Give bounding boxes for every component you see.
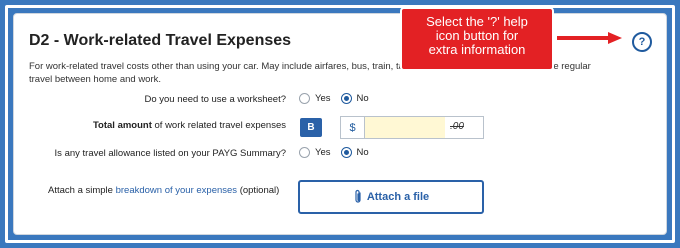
attach-file-button[interactable]: Attach a file — [298, 180, 484, 214]
attach-label: Attach a simple breakdown of your expens… — [48, 185, 279, 196]
total-amount-cents-value: .00 — [450, 121, 464, 132]
attach-file-label: Attach a file — [366, 191, 430, 203]
worksheet-yes-label: Yes — [315, 93, 331, 104]
worksheet-no-label: No — [356, 93, 369, 104]
allowance-no-option[interactable]: No — [340, 147, 369, 158]
annotation-callout: Select the '?' help icon button for extr… — [400, 7, 554, 71]
description-part1: For work-related travel costs other than… — [29, 61, 414, 72]
help-icon-button[interactable]: ? — [632, 32, 652, 52]
worksheet-no-option[interactable]: No — [340, 93, 369, 104]
allowance-yes-label: Yes — [315, 147, 331, 158]
help-question-mark: ? — [638, 36, 646, 48]
allowance-no-radio[interactable] — [340, 147, 352, 158]
attach-label-prefix: Attach a simple — [48, 185, 116, 196]
allowance-question-label: Is any travel allowance listed on your P… — [54, 148, 286, 159]
callout-line-3: extra information — [428, 42, 526, 57]
allowance-yes-option[interactable]: Yes — [299, 147, 331, 158]
worksheet-yes-radio[interactable] — [299, 93, 310, 104]
total-amount-label: Total amount of work related travel expe… — [93, 120, 286, 131]
right-arrow-icon — [556, 29, 625, 47]
breakdown-link[interactable]: breakdown of your expenses — [116, 185, 237, 196]
currency-symbol: $ — [340, 116, 364, 139]
attach-label-suffix: (optional) — [237, 185, 280, 196]
paperclip-icon — [355, 189, 361, 203]
allowance-yes-radio[interactable] — [299, 147, 310, 158]
section-description: For work-related travel costs other than… — [29, 60, 654, 86]
label-b-badge: B — [300, 118, 322, 137]
worksheet-no-radio[interactable] — [340, 93, 352, 104]
worksheet-yes-option[interactable]: Yes — [299, 93, 331, 104]
section-title: D2 - Work-related Travel Expenses — [29, 32, 292, 49]
total-amount-label-rest: of work related travel expenses — [151, 120, 287, 131]
description-part3: travel between home and work. — [29, 74, 162, 85]
allowance-no-label: No — [356, 147, 369, 158]
callout-line-1: Select the '?' help — [426, 14, 528, 29]
worksheet-question-label: Do you need to use a worksheet? — [144, 94, 286, 105]
allowance-radio-group: Yes No — [299, 147, 369, 158]
callout-line-2: icon button for — [435, 28, 519, 43]
worksheet-radio-group: Yes No — [299, 93, 369, 104]
total-amount-label-bold: Total amount — [92, 120, 152, 131]
